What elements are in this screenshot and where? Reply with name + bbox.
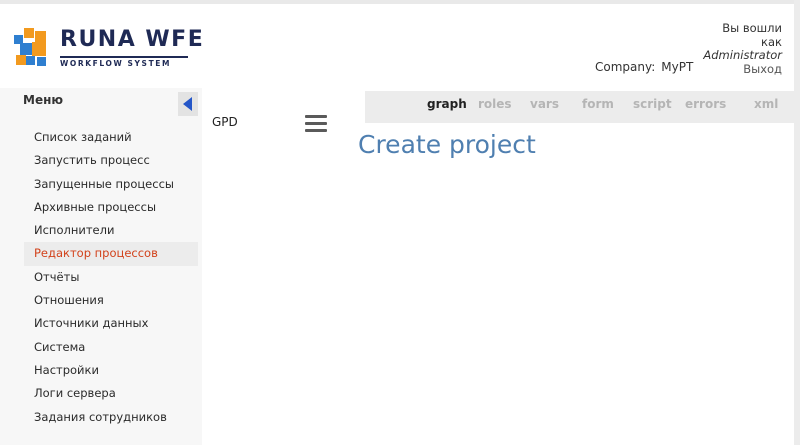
sidebar-item-archived-processes[interactable]: Архивные процессы — [24, 196, 198, 219]
menu-title: Меню — [23, 93, 64, 107]
sidebar-item-employee-tasks[interactable]: Задания сотрудников — [24, 406, 198, 429]
user-box: Вы вошли как Administrator Выход — [682, 21, 782, 77]
tab-vars[interactable]: vars — [530, 97, 559, 111]
hamburger-line — [305, 129, 327, 132]
sidebar-item-executors[interactable]: Исполнители — [24, 219, 198, 242]
sidebar-item-relations[interactable]: Отношения — [24, 289, 198, 312]
sidebar-item-reports[interactable]: Отчёты — [24, 266, 198, 289]
window-right-border — [794, 0, 800, 445]
sidebar-item-server-logs[interactable]: Логи сервера — [24, 382, 198, 405]
login-prefix: Вы вошли — [722, 21, 782, 35]
gpd-label: GPD — [212, 115, 238, 129]
company-label: Company: — [595, 60, 656, 74]
tab-xml[interactable]: xml — [754, 97, 778, 111]
logo-subtitle: WORKFLOW SYSTEM — [60, 56, 188, 68]
main-content: graph roles vars form script errors xml … — [202, 88, 794, 445]
logo[interactable]: RUNA WFE WORKFLOW SYSTEM — [14, 27, 203, 68]
hamburger-line — [305, 122, 327, 125]
hamburger-icon[interactable] — [303, 113, 329, 135]
sidebar-item-start-process[interactable]: Запустить процесс — [24, 149, 198, 172]
header: RUNA WFE WORKFLOW SYSTEM Company: MyPT Вы… — [0, 4, 794, 88]
company-info: Company: MyPT — [595, 60, 693, 74]
collapse-sidebar-button[interactable] — [178, 92, 198, 116]
tab-errors[interactable]: errors — [685, 97, 726, 111]
editor-tabs: graph roles vars form script errors xml — [365, 91, 794, 123]
sidebar-item-running-processes[interactable]: Запущенные процессы — [24, 173, 198, 196]
logout-link[interactable]: Выход — [682, 62, 782, 77]
sidebar-item-settings[interactable]: Настройки — [24, 359, 198, 382]
sidebar-item-process-editor[interactable]: Редактор процессов — [24, 242, 198, 266]
sidebar-item-tasks[interactable]: Список заданий — [24, 126, 198, 149]
runa-logo-icon — [14, 28, 46, 66]
user-name: Administrator — [703, 48, 782, 62]
sidebar-item-system[interactable]: Система — [24, 336, 198, 359]
sidebar: Меню Список заданий Запустить процесс За… — [0, 88, 202, 445]
logo-title: RUNA WFE — [60, 27, 205, 52]
tab-script[interactable]: script — [633, 97, 672, 111]
page-title: Create project — [358, 130, 536, 159]
tab-form[interactable]: form — [582, 97, 614, 111]
sidebar-menu: Список заданий Запустить процесс Запущен… — [24, 126, 198, 429]
sidebar-item-data-sources[interactable]: Источники данных — [24, 312, 198, 335]
login-as: как — [761, 34, 782, 49]
hamburger-line — [305, 115, 327, 118]
tab-graph[interactable]: graph — [427, 97, 467, 111]
tab-roles[interactable]: roles — [478, 97, 512, 111]
chevron-left-icon — [183, 97, 192, 111]
